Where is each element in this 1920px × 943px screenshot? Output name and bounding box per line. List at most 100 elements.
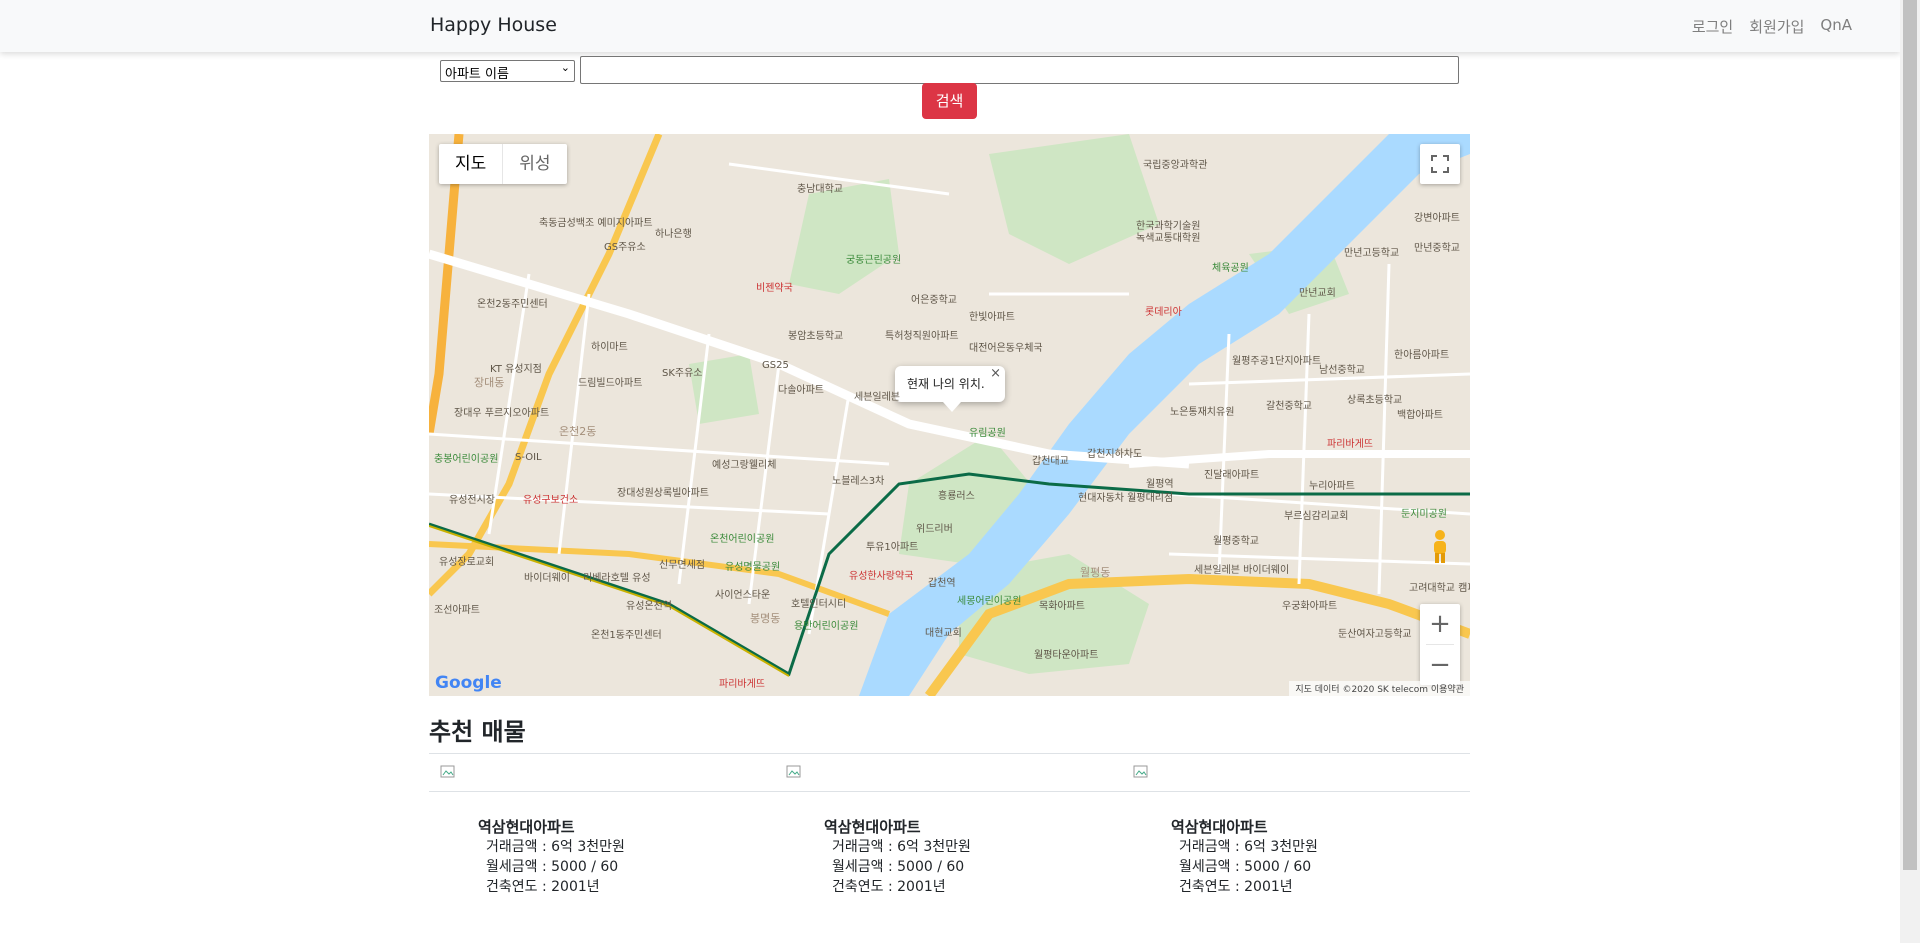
search-input[interactable] xyxy=(580,56,1459,84)
fullscreen-button[interactable] xyxy=(1420,144,1460,184)
close-icon[interactable]: × xyxy=(990,356,1001,392)
map-label: KT 유성지점 xyxy=(490,364,542,375)
map-label: 온천2동 xyxy=(559,425,597,438)
map-label: 비젠약국 xyxy=(756,283,793,294)
map-label: 호텔인터시티 xyxy=(791,599,847,610)
map-label: 유성온천역 xyxy=(626,601,672,612)
recommend-title: 추천 매물 xyxy=(429,718,526,746)
map-label: 둔산여자고등학교 xyxy=(1338,629,1412,640)
property-name: 역삼현대아파트 xyxy=(478,818,575,836)
map-label: 대전어은동우체국 xyxy=(969,343,1043,354)
map-label: 신무면세점 xyxy=(659,560,705,571)
map-label: 만년교회 xyxy=(1299,288,1336,299)
map-label: 투유1아파트 xyxy=(866,542,919,553)
navbar: Happy House 로그인 회원가입 QnA xyxy=(0,0,1900,52)
google-logo[interactable]: Google xyxy=(435,673,502,693)
street-view-pegman[interactable] xyxy=(1420,526,1460,566)
map-label: 유성한사랑약국 xyxy=(849,571,914,582)
map-label: 어은중학교 xyxy=(911,295,957,306)
map-label: 장대우 푸르지오아파트 xyxy=(454,408,550,419)
map-label: 파리바게뜨 xyxy=(719,679,765,690)
map-label: 남선중학교 xyxy=(1319,365,1365,376)
property-card[interactable]: 역삼현대아파트 거래금액 : 6억 3천만원 월세금액 : 5000 / 60 … xyxy=(1171,817,1318,897)
zoom-control: + − xyxy=(1420,604,1460,685)
zoom-out-button[interactable]: − xyxy=(1420,645,1460,685)
map-label: 대현교회 xyxy=(925,628,962,639)
map-label: 봉암초등학교 xyxy=(788,331,844,342)
chevron-down-icon: ⌄ xyxy=(560,61,570,74)
map-label: 온천2동주민센터 xyxy=(477,299,548,310)
map-type-satellite-button[interactable]: 위성 xyxy=(503,144,566,184)
map-label: 우궁화아파트 xyxy=(1282,601,1338,612)
map-label: GS주유소 xyxy=(604,242,646,253)
property-year: 건축연도 : 2001년 xyxy=(832,879,946,895)
map-label: 강변아파트 xyxy=(1414,213,1460,224)
map-label: 월평역 xyxy=(1146,479,1174,490)
recommend-divider-top xyxy=(429,753,1470,754)
map-label: 고려대학교 캠퍼스 xyxy=(1409,583,1470,594)
map-label: 현대자동차 월평대리점 xyxy=(1078,493,1174,504)
map-label: 온천1동주민센터 xyxy=(591,630,662,641)
map-label: 노블레스3차 xyxy=(832,476,885,487)
map-label: 백합아파트 xyxy=(1397,410,1443,421)
map-label: 궁동근린공원 xyxy=(846,255,902,266)
map-label: 월평타운아파트 xyxy=(1034,650,1099,661)
map-label: 용반어린이공원 xyxy=(794,621,859,632)
map-label: 드림빌드아파트 xyxy=(578,378,643,389)
broken-image-icon xyxy=(1133,764,1149,780)
property-price: 거래금액 : 6억 3천만원 xyxy=(486,839,625,855)
map-label: 세븐일레븐 xyxy=(854,392,900,403)
map-label: 다솔아파트 xyxy=(778,385,824,396)
map-label: 유성전시장 xyxy=(449,495,495,506)
nav-links: 로그인 회원가입 QnA xyxy=(1692,16,1852,37)
broken-image-icon xyxy=(440,764,456,780)
map-label: 월평중학교 xyxy=(1213,536,1259,547)
pegman-icon xyxy=(1434,530,1446,563)
map-label: 월평주공1단지아파트 xyxy=(1232,356,1322,367)
map-label: 예성그랑웰리체 xyxy=(712,460,777,471)
map-label: 국립중앙과학관 xyxy=(1143,160,1208,171)
map-label: 갑천역 xyxy=(928,578,956,589)
property-year: 건축연도 : 2001년 xyxy=(1179,879,1293,895)
map-label: 녹색교통대학원 xyxy=(1136,233,1201,244)
nav-signup-link[interactable]: 회원가입 xyxy=(1749,16,1804,37)
map-label: 노은통재치유원 xyxy=(1170,407,1235,418)
property-name: 역삼현대아파트 xyxy=(1171,818,1268,836)
map-label: 세몽어린이공원 xyxy=(957,596,1022,607)
map-label: 축동금성백조 예미지아파트 xyxy=(539,218,653,229)
page-scrollbar[interactable] xyxy=(1900,0,1920,943)
map-label: 봉명동 xyxy=(750,612,781,625)
map-label: 흥룡러스 xyxy=(938,491,975,502)
map-label: GS25 xyxy=(762,360,789,371)
search-type-select[interactable]: 아파트 이름 ⌄ xyxy=(440,60,575,82)
map-label: 유성장로교회 xyxy=(439,557,495,568)
map-label: 둔지미공원 xyxy=(1401,509,1447,520)
fullscreen-icon xyxy=(1431,155,1449,173)
property-card[interactable]: 역삼현대아파트 거래금액 : 6억 3천만원 월세금액 : 5000 / 60 … xyxy=(478,817,625,897)
recommend-divider-bottom xyxy=(429,791,1470,792)
map-type-map-button[interactable]: 지도 xyxy=(439,144,504,184)
nav-qna-link[interactable]: QnA xyxy=(1820,16,1852,37)
property-name: 역삼현대아파트 xyxy=(824,818,921,836)
property-price: 거래금액 : 6억 3천만원 xyxy=(832,839,971,855)
nav-login-link[interactable]: 로그인 xyxy=(1692,16,1733,37)
map-label: 만년중학교 xyxy=(1414,243,1460,254)
map-label: S-OIL xyxy=(515,452,542,463)
zoom-in-button[interactable]: + xyxy=(1420,604,1460,644)
property-year: 건축연도 : 2001년 xyxy=(486,879,600,895)
map-label: 유림공원 xyxy=(969,428,1006,439)
search-button[interactable]: 검색 xyxy=(922,83,977,119)
map[interactable]: 지도 위성 + − 현재 나의 위치. × Google 지도 데이터 ©202… xyxy=(429,134,1470,696)
map-label: 갈천중학교 xyxy=(1266,401,1312,412)
map-label: 만년고등학교 xyxy=(1344,248,1400,259)
map-label: 유성구보건소 xyxy=(523,495,579,506)
map-label: 유성명물공원 xyxy=(725,562,781,573)
map-label: 특허청직원아파트 xyxy=(885,331,959,342)
map-label: 위드리버 xyxy=(916,524,953,535)
property-rent: 월세금액 : 5000 / 60 xyxy=(832,859,965,875)
map-attribution[interactable]: 지도 데이터 ©2020 SK telecom 이용약관 xyxy=(1289,681,1470,696)
property-card[interactable]: 역삼현대아파트 거래금액 : 6억 3천만원 월세금액 : 5000 / 60 … xyxy=(824,817,971,897)
map-label: 세븐일레븐 바이더웨이 xyxy=(1194,565,1290,576)
brand-logo[interactable]: Happy House xyxy=(430,14,557,36)
scrollbar-thumb[interactable] xyxy=(1903,0,1917,870)
